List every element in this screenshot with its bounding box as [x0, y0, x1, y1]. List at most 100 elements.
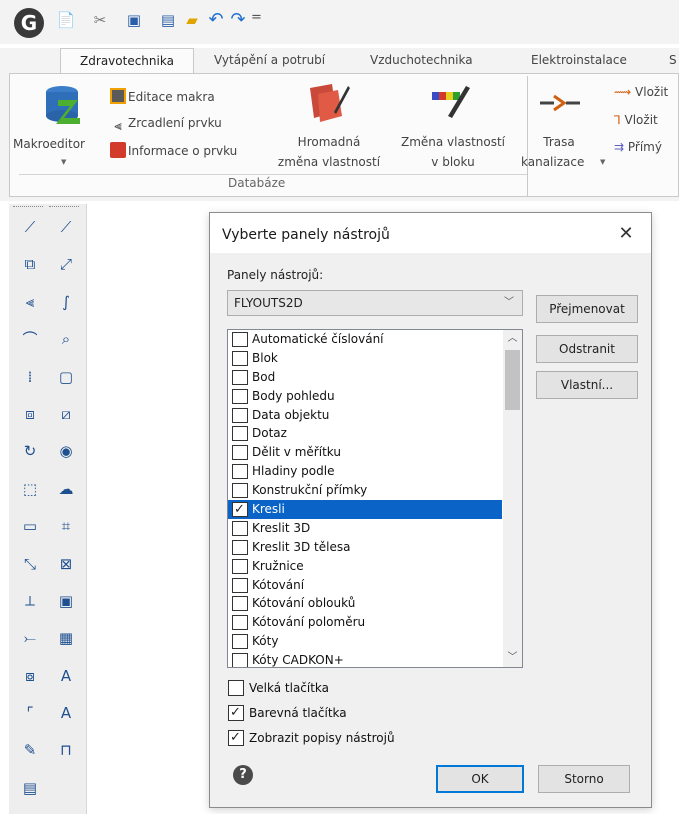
show-tooltips-option[interactable]: Zobrazit popisy nástrojů — [227, 729, 395, 747]
list-item[interactable]: Kóty — [228, 632, 502, 651]
list-item-checkbox[interactable] — [232, 558, 248, 574]
scroll-thumb[interactable] — [505, 350, 520, 410]
rectangle-draw-icon[interactable]: ▢ — [53, 364, 79, 390]
mirror-icon[interactable]: ⫷ — [17, 289, 43, 315]
erase-icon[interactable]: ✎ — [17, 737, 43, 763]
line-icon[interactable]: ⟋ — [17, 214, 43, 240]
rectangle-icon[interactable]: ⬚ — [17, 476, 43, 502]
list-item-checkbox[interactable] — [232, 407, 248, 423]
list-item[interactable]: Dotaz — [228, 424, 502, 443]
undo-icon[interactable]: ↶ — [206, 10, 226, 30]
circle-icon[interactable]: ◉ — [53, 438, 79, 464]
list-item-checkbox[interactable] — [232, 615, 248, 631]
list-item-checkbox[interactable] — [232, 369, 248, 385]
insert-button-2[interactable]: ⅂ Vložit — [614, 112, 658, 129]
color-buttons-option[interactable]: Barevná tlačítka — [227, 704, 347, 722]
close-icon[interactable]: ✕ — [612, 221, 640, 247]
insert-button-1[interactable]: ⟿ Vložit — [614, 84, 668, 101]
list-item[interactable]: Body pohledu — [228, 387, 502, 406]
list-scrollbar[interactable]: ︿ ﹀ — [503, 330, 522, 667]
list-item-checkbox[interactable] — [232, 464, 248, 480]
magic-tools-icon[interactable]: ✂ — [90, 10, 110, 30]
save-as-icon[interactable]: ▤ — [158, 10, 178, 30]
list-item[interactable]: Automatické číslování — [228, 330, 502, 349]
list-item-checkbox[interactable] — [232, 501, 248, 518]
toolbar-grip[interactable] — [49, 206, 79, 209]
copy-icon[interactable]: ⧈ — [17, 401, 43, 427]
list-item[interactable]: Konstrukční přímky — [228, 481, 502, 500]
cancel-button[interactable]: Storno — [538, 765, 630, 793]
list-item[interactable]: Kóty CADKON+ — [228, 651, 502, 667]
list-item-checkbox[interactable] — [232, 332, 248, 347]
frame-icon[interactable]: ▣ — [53, 588, 79, 614]
new-file-icon[interactable]: 📄 — [56, 10, 76, 30]
mirror-button[interactable]: ⫷ Zrcadlení prvku — [110, 115, 221, 135]
remove-button[interactable]: Odstranit — [536, 335, 638, 363]
list-item[interactable]: Kreslit 3D — [228, 519, 502, 538]
insert-icon[interactable]: ⧇ — [17, 663, 43, 689]
color-grid-icon[interactable]: ▦ — [53, 625, 79, 651]
save-icon[interactable]: ▣ — [124, 10, 144, 30]
app-logo[interactable]: G — [14, 8, 44, 38]
large-buttons-checkbox[interactable] — [228, 680, 244, 696]
scroll-down-icon[interactable]: ﹀ — [503, 649, 522, 667]
polyline-icon[interactable]: ⤡ — [17, 551, 43, 577]
cloud-icon[interactable]: ☁ — [53, 476, 79, 502]
text-color-icon[interactable]: A — [53, 700, 79, 726]
scroll-up-icon[interactable]: ︿ — [503, 330, 522, 348]
tab-vzduchotechnika[interactable]: Vzduchotechnika — [362, 48, 481, 74]
list-item-checkbox[interactable] — [232, 539, 248, 555]
fillet-icon[interactable]: ⌒ — [17, 326, 43, 352]
custom-button[interactable]: Vlastní... — [536, 371, 638, 399]
edit-macro-button[interactable]: Editace makra — [110, 88, 215, 106]
list-item[interactable]: Kótování oblouků — [228, 594, 502, 613]
region-icon[interactable]: ▭ — [17, 513, 43, 539]
list-item-checkbox[interactable] — [232, 596, 248, 612]
zoom-icon[interactable]: ⌕ — [53, 326, 79, 352]
text-icon[interactable]: A — [53, 663, 79, 689]
list-item[interactable]: Kótování poloměru — [228, 613, 502, 632]
color-buttons-checkbox[interactable] — [228, 705, 244, 721]
list-item-checkbox[interactable] — [232, 388, 248, 404]
show-tooltips-checkbox[interactable] — [228, 730, 244, 746]
ok-button[interactable]: OK — [436, 765, 524, 793]
list-item-checkbox[interactable] — [232, 483, 248, 499]
list-item-checkbox[interactable] — [232, 350, 248, 366]
trim-icon[interactable]: ⟂ — [17, 588, 43, 614]
dimension-icon[interactable]: ⤢ — [53, 251, 79, 277]
list-item[interactable]: Hladiny podle — [228, 462, 502, 481]
line-draw-icon[interactable]: ⟋ — [53, 214, 79, 240]
tab-s[interactable]: S — [661, 48, 679, 74]
extend-icon[interactable]: ⤚ — [17, 625, 43, 651]
layer-icon[interactable]: ▤ — [17, 775, 43, 801]
list-item-checkbox[interactable] — [232, 426, 248, 442]
hatch-icon[interactable]: ⧄ — [53, 401, 79, 427]
rename-button[interactable]: Přejmenovat — [536, 295, 638, 323]
list-item[interactable]: Bod — [228, 368, 502, 387]
qat-menu-icon[interactable]: = — [251, 10, 262, 25]
tab-vytapeni[interactable]: Vytápění a potrubí — [206, 48, 333, 74]
zoom-window-icon[interactable]: ⌗ — [53, 513, 79, 539]
move-icon[interactable]: ⧉ — [17, 251, 43, 277]
large-buttons-option[interactable]: Velká tlačítka — [227, 679, 329, 697]
zoom-extents-icon[interactable]: ⊠ — [53, 551, 79, 577]
rotate-icon[interactable]: ↻ — [17, 438, 43, 464]
straight-button[interactable]: ⇉ Přímý — [614, 139, 662, 156]
element-info-button[interactable]: Informace o prvku — [110, 142, 237, 160]
spline-icon[interactable]: ∫ — [53, 289, 79, 315]
list-item[interactable]: Kružnice — [228, 557, 502, 576]
open-folder-icon[interactable]: ▰ — [182, 10, 202, 30]
list-item[interactable]: Blok — [228, 349, 502, 368]
beam-icon[interactable]: ⊓ — [53, 737, 79, 763]
arc-icon[interactable]: ⌜ — [17, 700, 43, 726]
list-item[interactable]: Kreslit 3D tělesa — [228, 538, 502, 557]
tab-zdravotechnika[interactable]: Zdravotechnika — [60, 48, 194, 74]
toolbar-grip[interactable] — [13, 206, 43, 209]
list-item-checkbox[interactable] — [232, 445, 248, 461]
list-item[interactable]: Dělit v měřítku — [228, 443, 502, 462]
panel-select[interactable]: FLYOUTS2D ﹀ — [227, 290, 523, 316]
redo-icon[interactable]: ↷ — [228, 10, 248, 30]
list-item[interactable]: Kótování — [228, 576, 502, 595]
list-item-checkbox[interactable] — [232, 634, 248, 650]
list-item-checkbox[interactable] — [232, 653, 248, 667]
